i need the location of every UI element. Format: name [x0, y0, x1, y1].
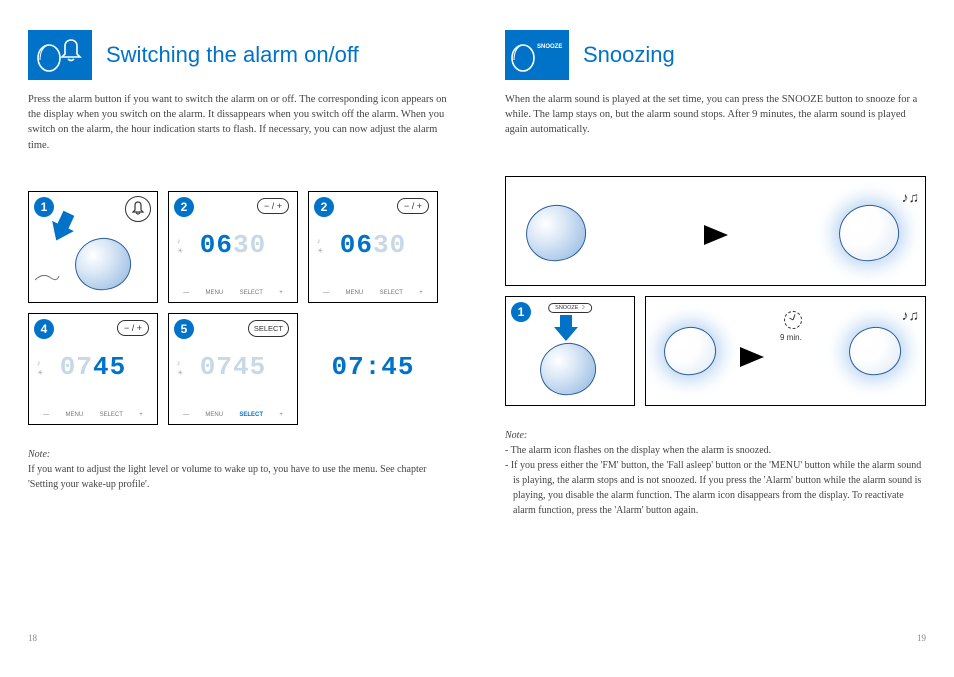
menu-strip: —MENUSELECT+: [169, 412, 297, 418]
nine-min-label: 9 min.: [780, 333, 802, 342]
device-on: [522, 200, 591, 266]
display-icons: ♪☀: [177, 358, 183, 379]
section-title-left: Switching the alarm on/off: [106, 42, 359, 68]
step-2b: 2 − / + ♪☀ 0630 —MENUSELECT+: [308, 191, 438, 303]
step-number: 1: [511, 302, 531, 322]
intro-text-left: Press the alarm button if you want to sw…: [28, 92, 449, 153]
note-heading: Note:: [505, 428, 926, 443]
step-number: 4: [34, 319, 54, 339]
time-display: 0745: [200, 352, 266, 382]
page-number-left: 18: [28, 633, 37, 643]
device-glowing: [845, 323, 905, 379]
plus-minus-button: − / +: [257, 198, 289, 214]
illus-row-2: 1 SNOOZE ☽ 9 min. ♪♫: [505, 296, 926, 406]
step-number: 5: [174, 319, 194, 339]
menu-strip: —MENUSELECT+: [29, 412, 157, 418]
note-heading: Note:: [28, 447, 449, 462]
snooze-icon-box: SNOOZE: [505, 30, 569, 80]
device-glowing: [835, 200, 904, 266]
menu-strip: —MENUSELECT+: [169, 290, 297, 296]
illus-row-1: ♪♫: [505, 176, 926, 286]
page-right: SNOOZE Snoozing When the alarm sound is …: [477, 30, 954, 647]
illus-wait-9min: 9 min. ♪♫: [645, 296, 926, 406]
alarm-button-icon: [125, 196, 151, 222]
time-display: 0745: [60, 352, 126, 382]
plus-minus-button: − / +: [397, 198, 429, 214]
illus-press-snooze: 1 SNOOZE ☽: [505, 296, 635, 406]
display-icons: ♪☀: [317, 236, 323, 257]
snooze-label: SNOOZE ☽: [548, 303, 592, 313]
step-5: 5 SELECT ♪☀ 0745 —MENUSELECT+: [168, 313, 298, 425]
steps-grid-left: 1 2 − / + ♪☀ 0630: [28, 191, 449, 425]
header-right: SNOOZE Snoozing: [505, 30, 926, 80]
press-arrow-icon: [554, 313, 578, 343]
note-line-1: - The alarm icon flashes on the display …: [505, 443, 926, 458]
section-title-right: Snoozing: [583, 42, 675, 68]
step-1: 1: [28, 191, 158, 303]
note-body: If you want to adjust the light level or…: [28, 462, 449, 492]
egg-bell-icon: [35, 36, 85, 74]
step-4: 4 − / + ♪☀ 0745 —MENUSELECT+: [28, 313, 158, 425]
music-notes-icon: ♪♫: [902, 191, 920, 207]
step-number: 2: [174, 197, 194, 217]
step-final: 07:45: [308, 313, 438, 425]
plus-minus-button: − / +: [117, 320, 149, 336]
page-number-right: 19: [917, 633, 926, 643]
alarm-icon-box: [28, 30, 92, 80]
egg-snooze-icon: SNOOZE: [509, 36, 565, 74]
music-notes-icon: ♪♫: [902, 309, 920, 325]
header-left: Switching the alarm on/off: [28, 30, 449, 80]
display-icons: ♪☀: [177, 236, 183, 257]
step-2: 2 − / + ♪☀ 0630 —MENUSELECT+: [168, 191, 298, 303]
select-button: SELECT: [248, 320, 289, 337]
cable-icon: [33, 270, 61, 284]
device-glowing: [660, 323, 720, 379]
display-icons: ♪☀: [37, 358, 43, 379]
illus-sound-to-light: ♪♫: [505, 176, 926, 286]
intro-text-right: When the alarm sound is played at the se…: [505, 92, 926, 138]
note-left: Note: If you want to adjust the light le…: [28, 447, 449, 492]
arrow-icon: [740, 347, 764, 367]
device-illustration: [536, 338, 600, 399]
time-display: 0630: [200, 230, 266, 260]
device-illustration: [71, 233, 135, 294]
time-display-final: 07:45: [331, 352, 414, 382]
note-right: Note: - The alarm icon flashes on the di…: [505, 428, 926, 518]
page-left: Switching the alarm on/off Press the ala…: [0, 30, 477, 647]
svg-text:SNOOZE: SNOOZE: [537, 44, 562, 50]
arrow-icon: [704, 225, 728, 245]
note-line-2: - If you press either the 'FM' button, t…: [505, 458, 926, 518]
time-display: 0630: [340, 230, 406, 260]
clock-icon: [784, 311, 802, 329]
step-number: 2: [314, 197, 334, 217]
menu-strip: —MENUSELECT+: [309, 290, 437, 296]
